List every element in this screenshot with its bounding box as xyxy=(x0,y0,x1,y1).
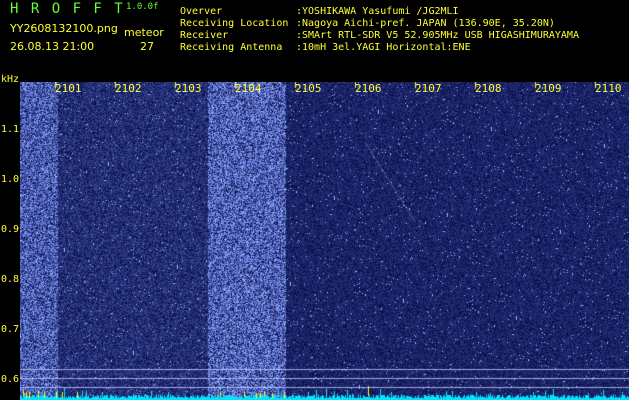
observer-value: :YOSHIKAWA Yasufumi /JG2MLI xyxy=(296,6,459,17)
time-tick-label: 2102 xyxy=(115,82,142,95)
y-tick-label: 0.9 xyxy=(1,224,20,235)
time-tick-label: 2107 xyxy=(415,82,442,95)
antenna-label: Receiving Antenna xyxy=(180,42,283,53)
time-tick-label: 2103 xyxy=(175,82,202,95)
receiver-value: :SMArt RTL-SDR V5 52.905MHz USB HIGASHIM… xyxy=(296,30,579,41)
time-tick-label: 2109 xyxy=(535,82,562,95)
y-tick-label: 0.8 xyxy=(1,274,20,285)
spectrogram-canvas xyxy=(20,82,629,400)
y-tick-label: 1.0 xyxy=(1,174,20,185)
location-value: :Nagoya Aichi-pref. JAPAN (136.90E, 35.2… xyxy=(296,18,555,29)
file-name: YY2608132100.png xyxy=(10,22,118,35)
y-tick-label: 1.1 xyxy=(1,124,20,135)
y-tick-label: 0.6 xyxy=(1,374,20,385)
location-label: Receiving Location xyxy=(180,18,289,29)
app-name: H R O F F T xyxy=(10,1,125,17)
time-tick-label: 2105 xyxy=(295,82,322,95)
y-tick-label: 0.7 xyxy=(1,324,20,335)
meteor-count: 27 xyxy=(140,40,154,53)
axis-unit: kHz xyxy=(1,74,20,85)
receiver-label: Receiver xyxy=(180,30,229,41)
time-tick-label: 2106 xyxy=(355,82,382,95)
observer-label: Overver xyxy=(180,6,223,17)
time-tick-label: 2101 xyxy=(55,82,82,95)
app-version: 1.0.0f xyxy=(126,2,159,12)
time-tick-label: 2110 xyxy=(595,82,622,95)
antenna-value: :10mH 3el.YAGI Horizontal:ENE xyxy=(296,42,471,53)
time-tick-label: 2104 xyxy=(235,82,262,95)
date-time: 26.08.13 21:00 xyxy=(10,40,95,53)
hrofft-window: H R O F F T 1.0.0f YY2608132100.png 26.0… xyxy=(0,0,629,400)
meteor-label: meteor xyxy=(124,26,164,39)
time-tick-label: 2108 xyxy=(475,82,502,95)
